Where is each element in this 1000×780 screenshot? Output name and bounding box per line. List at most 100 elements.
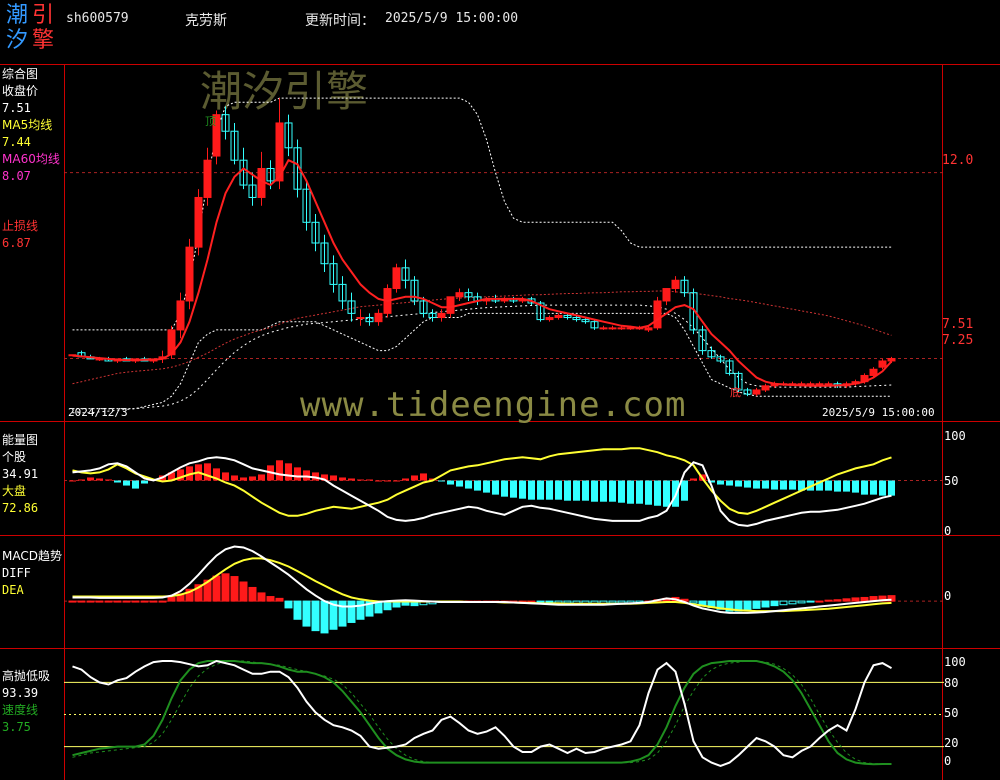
macd-bar [122, 600, 131, 603]
energy-bar [123, 480, 130, 486]
macd-bar [824, 599, 833, 602]
energy-bar [231, 475, 238, 481]
candle-body [752, 389, 761, 395]
main-tick-725: 7.25 [942, 333, 974, 348]
macd-bar [797, 600, 806, 604]
energy-bar [339, 477, 346, 481]
energy-bar [600, 480, 607, 502]
ma5-line [72, 158, 893, 387]
energy-title: 能量图 [2, 433, 39, 447]
energy-bar [618, 480, 625, 503]
watermark-url: www.tideengine.com [300, 385, 687, 425]
energy-bar [240, 477, 247, 481]
macd-bar [743, 600, 752, 611]
energy-bar [645, 480, 652, 505]
energy-bar [456, 480, 463, 487]
energy-bar [276, 460, 283, 481]
energy-bar [582, 480, 589, 501]
energy-bar [753, 480, 760, 489]
stop-label: 止损线 [2, 219, 39, 233]
macd-bar [149, 600, 158, 603]
energy-bar [474, 480, 481, 491]
hl-legend: 高抛低吸 93.39 速度线 3.75 [2, 668, 50, 736]
energy-bar [492, 480, 499, 495]
energy-bar [852, 480, 859, 493]
macd-bar [779, 600, 788, 606]
top-marker: 顶 [205, 115, 216, 128]
speed-dashed-line [72, 660, 892, 765]
energy-bar [465, 480, 472, 489]
hl-tick-100: 100 [944, 655, 966, 669]
energy-bar [438, 480, 445, 482]
energy-bar [834, 480, 841, 492]
energy-bar [96, 478, 103, 481]
candle-body [878, 360, 887, 368]
macd-bar [275, 597, 284, 602]
energy-bar [762, 480, 769, 489]
macd-bar [248, 586, 257, 602]
energy-bar [204, 463, 211, 481]
energy-bar [663, 480, 670, 507]
macd-bar [806, 600, 815, 603]
energy-bar [735, 480, 742, 487]
candle-body [617, 327, 626, 330]
ma5-value: 7.44 [2, 135, 31, 149]
candle-body [437, 312, 446, 319]
energy-bar [114, 480, 121, 483]
energy-bar [132, 480, 139, 489]
macd-bar [851, 597, 860, 602]
energy-legend: 能量图 个股 34.91 大盘 72.86 [2, 432, 38, 517]
candle-body [374, 312, 383, 323]
macd-bar [788, 600, 797, 605]
energy-bar [726, 480, 733, 486]
main-title: 综合图 [2, 67, 39, 81]
candle-body [815, 383, 824, 386]
energy-bar [285, 463, 292, 481]
macd-tick-0: 0 [944, 589, 952, 603]
hl-tick-80: 80 [944, 676, 959, 690]
energy-bar [501, 480, 508, 497]
energy-bar [879, 480, 886, 496]
hl-title: 高抛低吸 [2, 669, 51, 683]
speed-line [72, 660, 892, 766]
macd-bar [131, 600, 140, 603]
energy-bar [411, 475, 418, 481]
macd-bar [536, 600, 545, 603]
macd-bar [860, 596, 869, 602]
macd-bar [347, 600, 356, 623]
energy-bar [744, 480, 751, 488]
macd-bar [302, 600, 311, 627]
energy-bar [141, 480, 148, 484]
macd-bar [86, 600, 95, 603]
candle-body [176, 300, 185, 331]
macd-bar [95, 600, 104, 603]
energy-bar [87, 477, 94, 481]
candle-body [887, 357, 896, 362]
date-start: 2024/12/3 [68, 406, 128, 419]
candle-body [599, 327, 608, 330]
energy-bar [627, 480, 634, 504]
macd-bar [356, 600, 365, 620]
energy-bar [870, 480, 877, 495]
energy-bar [690, 478, 697, 481]
main-tick-12: 12.0 [942, 153, 974, 168]
energy-bar [843, 480, 850, 492]
diff-label: DIFF [2, 566, 31, 580]
candle-body [653, 300, 662, 329]
candle-body [671, 279, 680, 290]
stop-legend: 止损线 6.87 [2, 218, 38, 252]
macd-bar [113, 600, 122, 603]
macd-bar [689, 600, 698, 604]
energy-bar [546, 480, 553, 500]
macd-bar [68, 600, 77, 603]
macd-bar [212, 575, 221, 602]
candle-body [869, 368, 878, 376]
hl-value: 93.39 [2, 686, 39, 700]
energy-bar [519, 480, 526, 499]
bottom-marker: 底 [730, 386, 741, 399]
candle-body [185, 246, 194, 302]
speed-label: 速度线 [2, 703, 39, 717]
macd-bar [230, 576, 239, 602]
macd-title: MACD趋势 [2, 549, 62, 563]
energy-bar [348, 478, 355, 481]
